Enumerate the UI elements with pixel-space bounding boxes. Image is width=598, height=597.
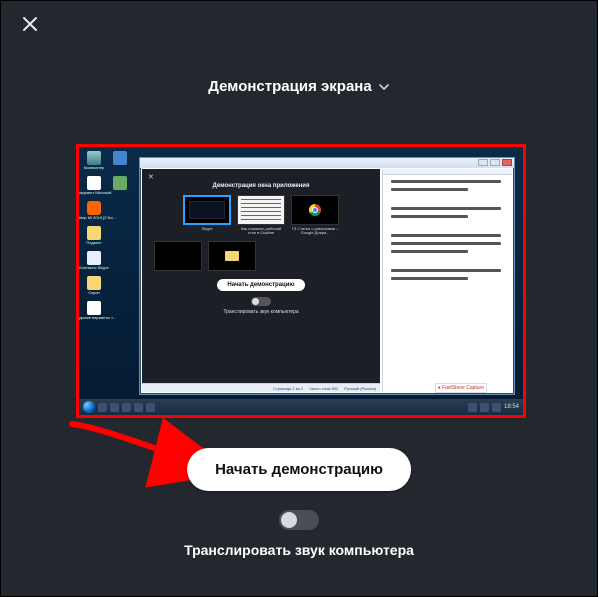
taskbar: 18:54 <box>79 399 523 415</box>
app-thumb: ГЗ Статья с рамочками – Google Докум... <box>291 195 339 235</box>
inner-window: ✕ Демонстрация окна приложения Skype Как… <box>139 157 515 395</box>
taskbar-clock: 18:54 <box>504 404 519 410</box>
faststone-badge: ● FastStone Capture <box>435 383 487 393</box>
statusbar: Страница 2 из 2 Число слов 592 Русский (… <box>142 383 380 392</box>
start-share-label: Начать демонстрацию <box>215 461 383 478</box>
close-icon[interactable] <box>20 14 40 34</box>
app-thumb <box>154 241 202 271</box>
app-thumb: Skype <box>183 195 231 235</box>
panel-title: Демонстрация окна приложения <box>213 183 310 189</box>
screen-share-title: Демонстрация экрана <box>208 78 371 95</box>
panel-close-icon: ✕ <box>148 173 154 181</box>
screen-share-title-row[interactable]: Демонстрация экрана <box>0 78 598 95</box>
start-share-button[interactable]: Начать демонстрацию <box>187 448 411 491</box>
broadcast-label: Транслировать звук компьютера <box>0 542 598 558</box>
audio-toggle[interactable] <box>279 510 319 530</box>
document-pane <box>382 169 512 392</box>
screen-preview[interactable]: Компьютер Документ Microsoft Desktop Mi … <box>76 144 526 418</box>
app-thumb: Как показать рабочий стол в Скайпе <box>237 195 285 235</box>
toggle-knob <box>281 512 297 528</box>
start-share-small: Начать демонстрацию <box>217 279 304 291</box>
app-share-panel: ✕ Демонстрация окна приложения Skype Как… <box>142 169 380 392</box>
chevron-down-icon <box>378 81 390 93</box>
start-orb-icon <box>83 401 95 413</box>
desktop-icons: Компьютер Документ Microsoft Desktop Mi … <box>83 151 139 397</box>
desktop-preview: Компьютер Документ Microsoft Desktop Mi … <box>79 147 523 415</box>
audio-toggle-small <box>251 297 271 306</box>
broadcast-label-small: Транслировать звук компьютера <box>223 309 298 315</box>
app-thumb <box>208 241 256 271</box>
